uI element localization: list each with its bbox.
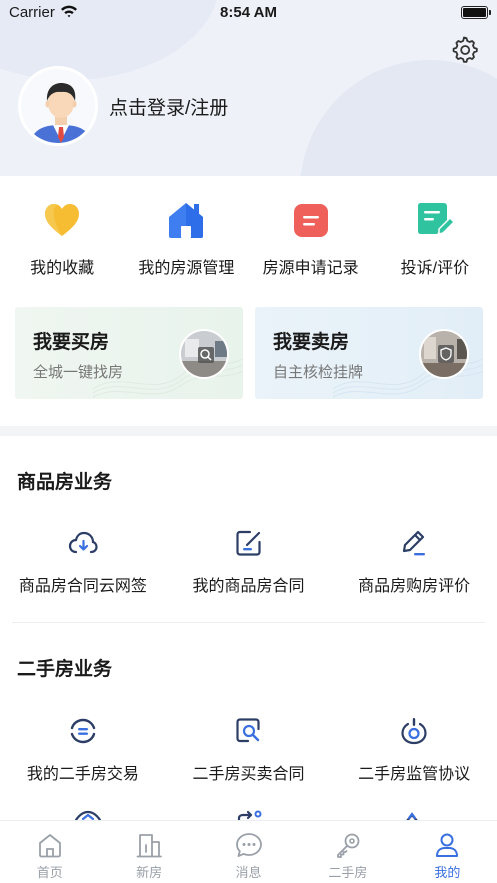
secondhand-section-title: 二手房业务	[17, 659, 113, 680]
tab-label: 首页	[36, 865, 63, 880]
login-register-link[interactable]: 点击登录/注册	[109, 93, 228, 120]
tab-messages[interactable]: 消息	[199, 821, 298, 883]
service-label: 商品房合同云网签	[18, 578, 147, 595]
service-label: 二手房买卖合同	[192, 766, 305, 783]
heart-icon	[45, 204, 80, 236]
quick-action-favorites[interactable]: 我的收藏	[0, 200, 124, 290]
tab-home[interactable]: 首页	[0, 821, 99, 883]
secondhand-sale-contract[interactable]: 二手房买卖合同	[166, 716, 332, 784]
service-label: 我的商品房合同	[192, 578, 305, 595]
commercial-section-title: 商品房业务	[17, 472, 113, 493]
commercial-contract-esign[interactable]: 商品房合同云网签	[0, 528, 166, 596]
tab-label: 我的	[434, 865, 461, 880]
sell-card-image	[419, 329, 469, 379]
sell-card-subtitle: 自主核检挂牌	[273, 364, 364, 381]
sell-card-title: 我要卖房	[273, 332, 350, 353]
commercial-purchase-review[interactable]: 商品房购房评价	[331, 528, 497, 596]
buy-card-title: 我要买房	[33, 332, 110, 353]
bottom-tab-bar: 首页 新房 消息 二手房 我的	[0, 820, 497, 883]
commercial-services: 商品房合同云网签 我的商品房合同 商品房购房评价	[0, 528, 497, 596]
status-bar: Carrier 8:54 AM	[0, 0, 497, 26]
gear-icon[interactable]	[451, 36, 479, 64]
quick-action-complaints[interactable]: 投诉/评价	[373, 200, 497, 290]
exchange-icon	[70, 718, 96, 744]
tab-mine[interactable]: 我的	[398, 821, 497, 883]
user-avatar-icon	[30, 83, 92, 143]
my-commercial-contract[interactable]: 我的商品房合同	[166, 528, 332, 596]
tab-label: 二手房	[328, 865, 368, 880]
sell-house-card[interactable]: 我要卖房 自主核检挂牌	[255, 307, 483, 399]
buy-card-image	[179, 329, 229, 379]
tab-label: 消息	[235, 865, 262, 880]
my-secondhand-transaction[interactable]: 我的二手房交易	[0, 716, 166, 784]
status-time: 8:54 AM	[220, 4, 277, 21]
quick-action-label: 房源申请记录	[262, 260, 359, 277]
tab-new-house[interactable]: 新房	[99, 821, 198, 883]
service-label: 二手房监管协议	[358, 766, 471, 783]
secondhand-escrow-agreement[interactable]: 二手房监管协议	[331, 716, 497, 784]
quick-action-my-listings[interactable]: 我的房源管理	[124, 200, 248, 290]
user-icon	[436, 833, 459, 857]
avatar[interactable]	[18, 66, 98, 146]
house-icon	[169, 203, 204, 238]
section-separator	[12, 622, 485, 623]
edit-note-icon	[417, 203, 455, 235]
list-icon	[293, 204, 328, 237]
chat-icon	[235, 833, 262, 857]
service-label: 商品房购房评价	[358, 578, 471, 595]
lock-ring-icon	[401, 718, 427, 745]
quick-actions: 我的收藏 我的房源管理 房源申请记录 投诉/评价	[0, 200, 497, 290]
building-icon	[136, 834, 163, 858]
edit-square-icon	[235, 530, 261, 556]
quick-action-application-records[interactable]: 房源申请记录	[249, 200, 373, 290]
profile-header: 点击登录/注册	[0, 0, 497, 176]
cloud-download-icon	[68, 531, 98, 554]
tab-label: 新房	[136, 865, 163, 880]
battery-icon	[461, 6, 491, 19]
quick-action-label: 我的收藏	[30, 260, 95, 277]
secondhand-services: 我的二手房交易 二手房买卖合同 二手房监管协议	[0, 716, 497, 784]
quick-action-label: 我的房源管理	[138, 260, 235, 277]
search-doc-icon	[235, 718, 260, 743]
header-decoration	[300, 60, 497, 176]
pen-icon	[403, 530, 426, 556]
key-icon	[337, 833, 360, 858]
service-label: 我的二手房交易	[26, 766, 139, 783]
buy-house-card[interactable]: 我要买房 全城一键找房	[15, 307, 243, 399]
quick-action-label: 投诉/评价	[400, 260, 470, 277]
home-icon	[38, 834, 61, 858]
tab-secondhand[interactable]: 二手房	[298, 821, 397, 883]
buy-card-subtitle: 全城一键找房	[33, 364, 124, 381]
section-divider	[0, 426, 497, 436]
